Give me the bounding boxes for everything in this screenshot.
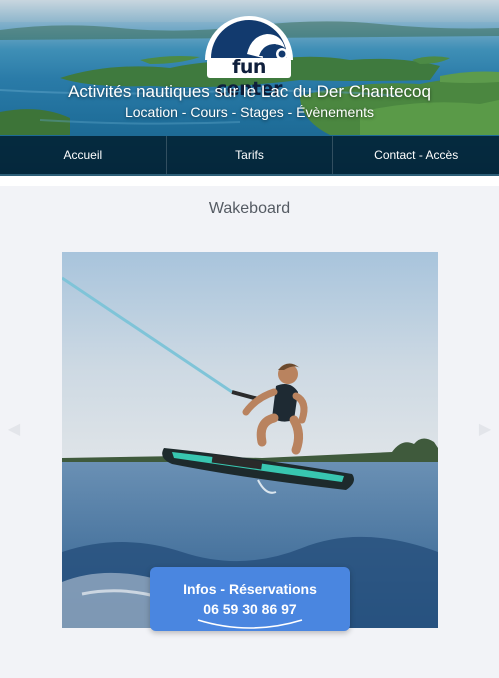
- swoosh-icon: [197, 619, 303, 629]
- hero-subline: Location - Cours - Stages - Évènements: [124, 104, 374, 120]
- carousel-prev-icon[interactable]: ◀: [6, 420, 22, 440]
- nav-item-tarifs[interactable]: Tarifs: [167, 136, 334, 174]
- hero-divider: [0, 176, 499, 186]
- reservation-cta-button[interactable]: Infos - Réservations 06 59 30 86 97: [150, 567, 350, 631]
- cta-title: Infos - Réservations: [183, 581, 317, 597]
- nav-item-contact[interactable]: Contact - Accès: [333, 136, 499, 174]
- page-title: Wakeboard: [208, 200, 291, 217]
- fun-center-logo[interactable]: fun center: [201, 12, 297, 100]
- nav-item-accueil[interactable]: Accueil: [0, 136, 167, 174]
- hero-banner: fun center Activités nautiques sur le La…: [0, 0, 499, 176]
- main-nav: Accueil Tarifs Contact - Accès: [0, 136, 499, 176]
- hero-headline: Activités nautiques sur le Lac du Der Ch…: [68, 82, 431, 101]
- carousel-next-icon[interactable]: ▶: [477, 420, 493, 440]
